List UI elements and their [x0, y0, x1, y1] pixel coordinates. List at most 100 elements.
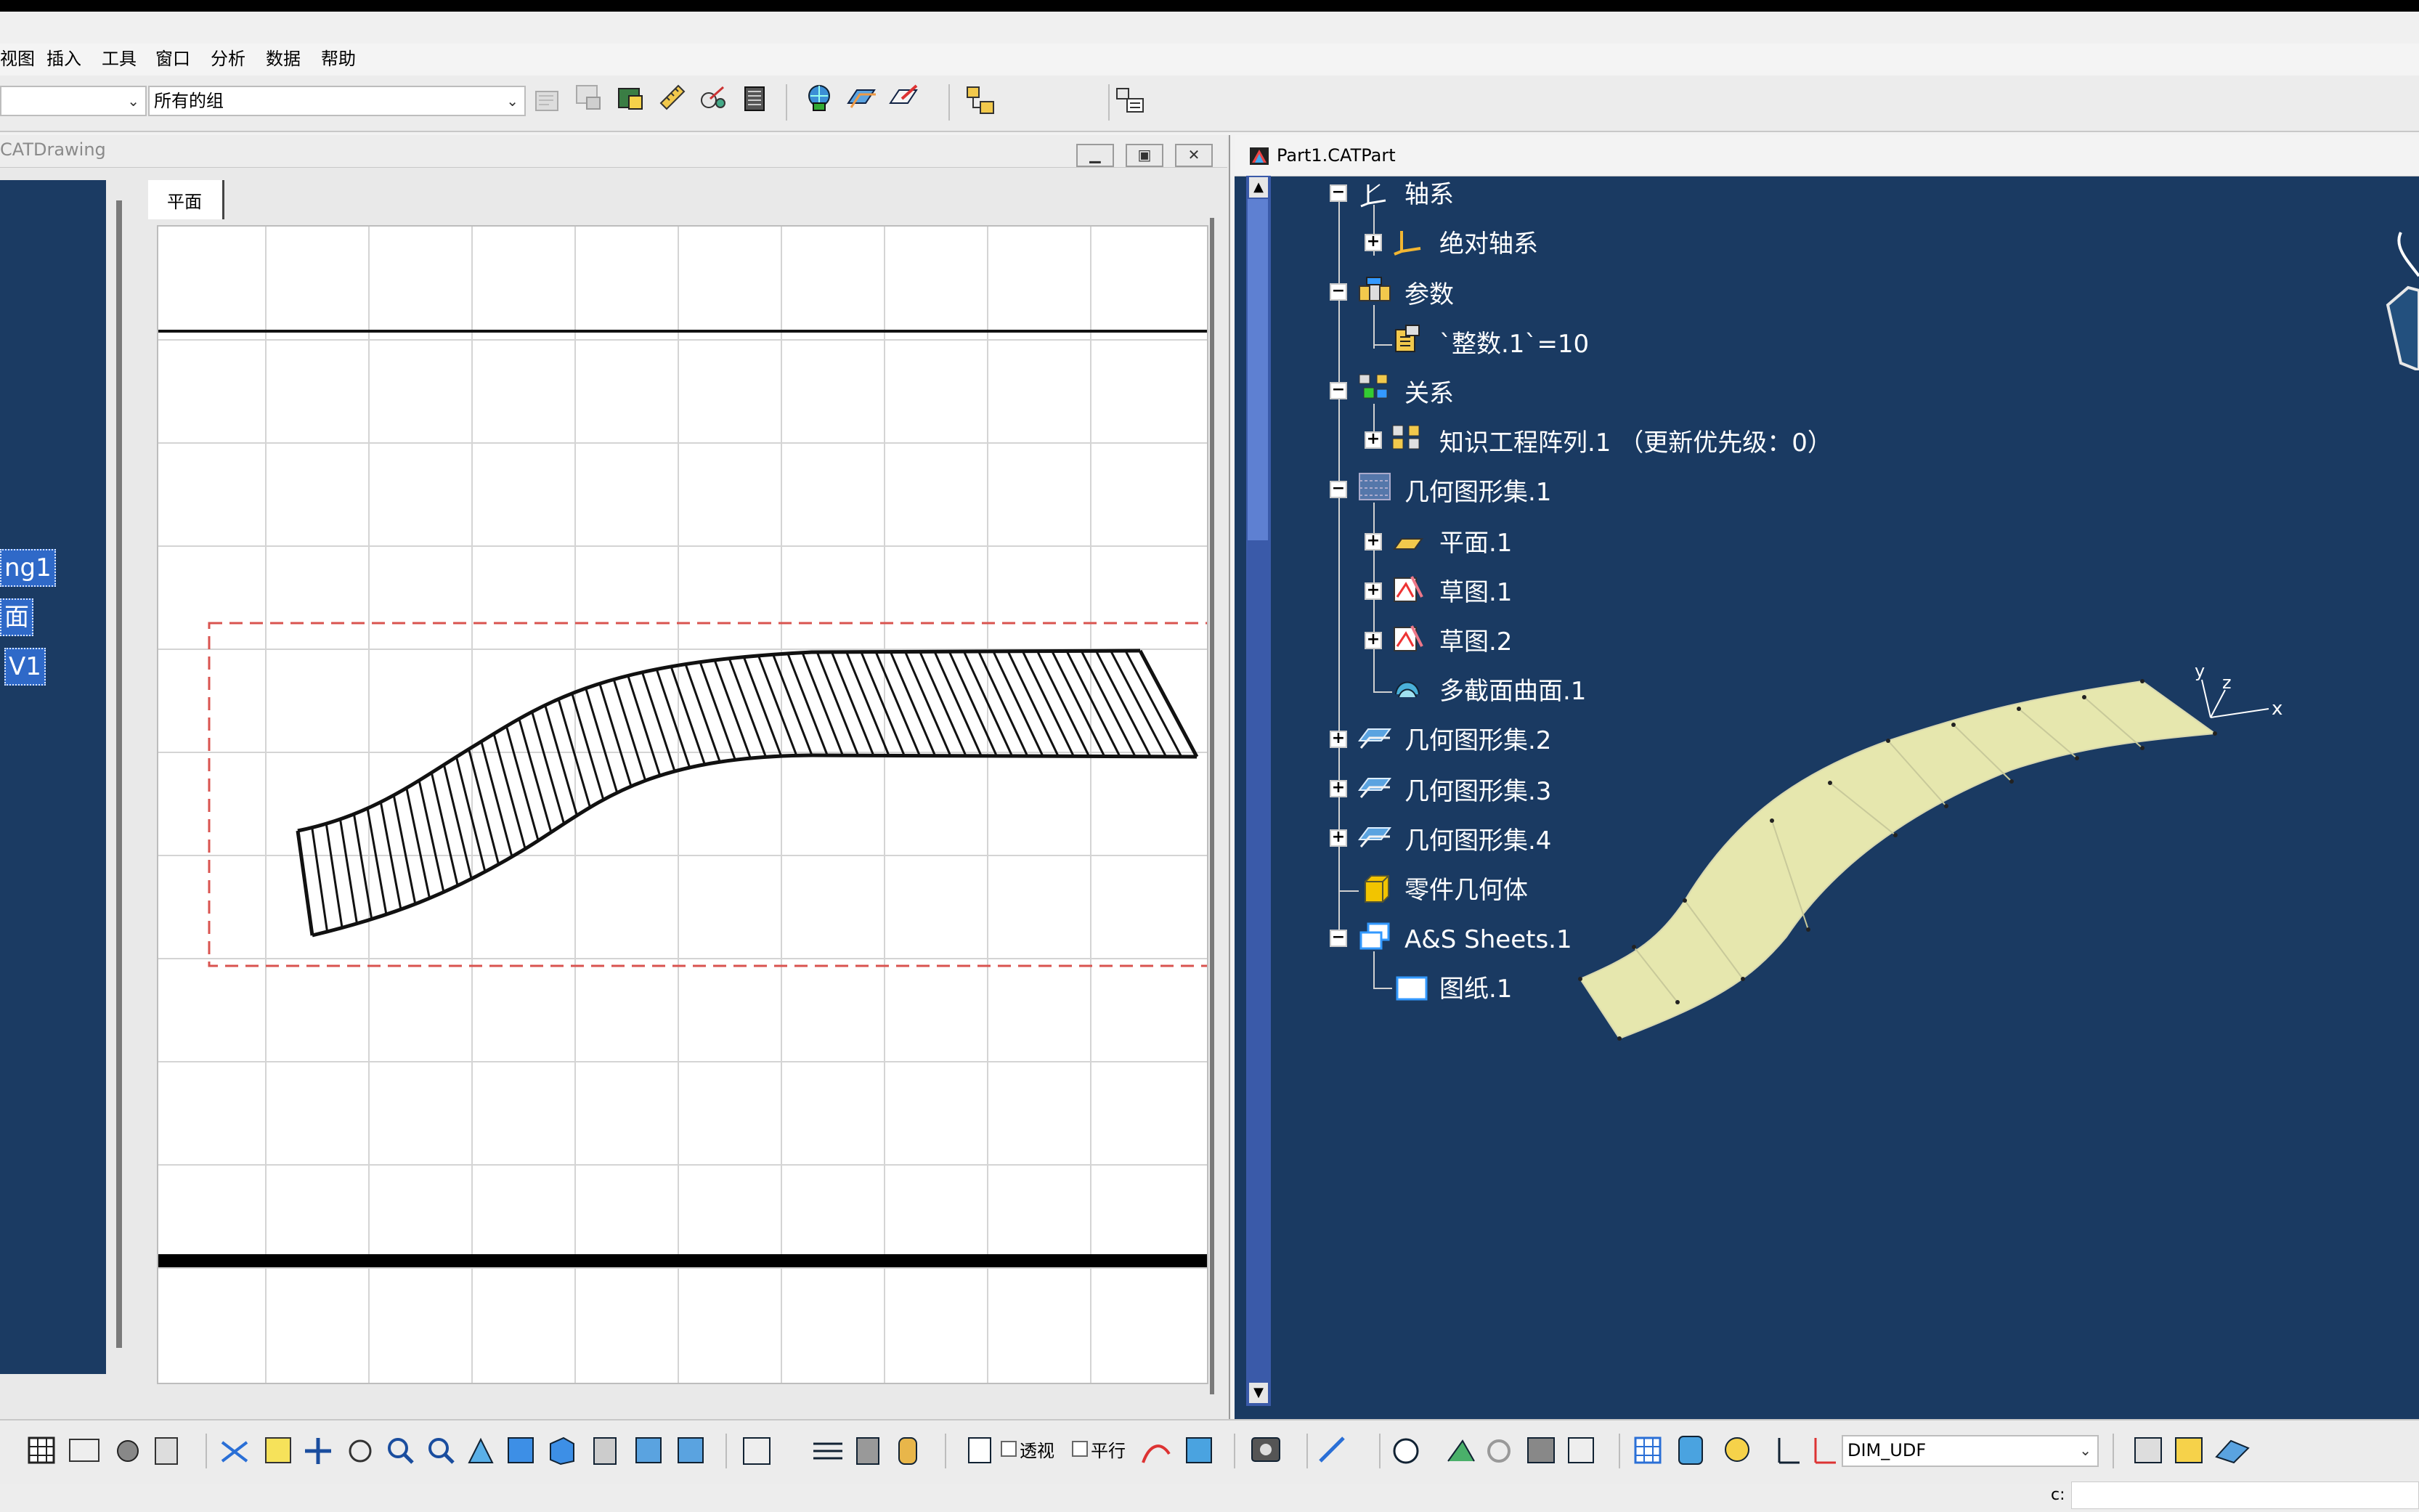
drawing-canvas[interactable]: [158, 227, 1207, 1383]
close-button[interactable]: ✕: [1175, 144, 1213, 167]
command-input[interactable]: [2071, 1481, 2419, 1509]
expand-toggle[interactable]: +: [1365, 234, 1382, 251]
multi-section-surface[interactable]: [1579, 680, 2217, 1040]
tree-line: [1373, 951, 1375, 989]
menu-tools[interactable]: 工具: [102, 46, 137, 71]
expand-toggle[interactable]: +: [1330, 731, 1347, 748]
scrollbar-thumb[interactable]: [1248, 199, 1268, 540]
tree-item-label[interactable]: A&S Sheets.1: [1404, 924, 1572, 956]
component-icon[interactable]: [1114, 84, 1146, 116]
group-view-icon[interactable]: [572, 81, 604, 113]
relations-icon: [1359, 374, 1388, 399]
scroll-up-arrow[interactable]: ▲: [1249, 177, 1268, 198]
tree-item-label[interactable]: 绝对轴系: [1439, 228, 1538, 260]
geometrical-set-icon: [1358, 827, 1391, 848]
filter-layer-icon[interactable]: [532, 86, 564, 118]
hatch-line: [684, 664, 721, 763]
scroll-down-arrow[interactable]: ▼: [1249, 1383, 1268, 1403]
hatch-line: [728, 658, 767, 757]
tree-item-view[interactable]: V1: [4, 648, 46, 686]
title-strip: [0, 12, 2419, 44]
tree-item-label[interactable]: 参数: [1404, 279, 1454, 311]
hatch-line: [311, 827, 329, 932]
hatch-line: [1021, 651, 1075, 757]
collapse-toggle[interactable]: −: [1330, 481, 1347, 498]
tree-item-label[interactable]: 几何图形集.2: [1404, 725, 1551, 757]
hatch-line: [531, 711, 566, 824]
absolute-axis-icon: [1394, 231, 1421, 256]
tree-item-label[interactable]: 几何图形集.1: [1404, 476, 1551, 508]
knowledge-icon[interactable]: [803, 81, 835, 113]
dimension-style-value: DIM_UDF: [1847, 1440, 1927, 1460]
grid: [158, 227, 1207, 1383]
tree-item-label[interactable]: 关系: [1404, 378, 1454, 410]
sheet-scrollbar[interactable]: [1210, 218, 1214, 1394]
expand-toggle[interactable]: +: [1330, 829, 1347, 847]
drawing-tree-panel: [0, 180, 106, 1374]
collapse-toggle[interactable]: −: [1330, 382, 1347, 399]
parallel-checkbox[interactable]: [1072, 1441, 1088, 1457]
part-tree-scrollbar[interactable]: [1246, 176, 1271, 1406]
tree-item-label[interactable]: 轴系: [1404, 179, 1454, 211]
expand-toggle[interactable]: +: [1330, 780, 1347, 797]
hierarchy-icon[interactable]: [964, 84, 996, 116]
hatch-line: [641, 672, 676, 772]
compass-icon[interactable]: [2379, 218, 2419, 370]
tree-item-label[interactable]: 几何图形集.3: [1404, 776, 1551, 808]
hatch-line: [296, 830, 314, 936]
table-icon[interactable]: [739, 83, 771, 115]
restore-button[interactable]: ▣: [1126, 144, 1163, 167]
tree-item-drawing[interactable]: ng1: [0, 549, 56, 587]
tree-item-label[interactable]: 几何图形集.4: [1404, 825, 1551, 857]
axis-system-icon: [1360, 184, 1386, 208]
tree-item-label[interactable]: 草图.2: [1439, 626, 1512, 658]
3d-viewport[interactable]: x y z: [1569, 654, 2295, 1060]
hatch-line: [699, 662, 736, 760]
collapse-toggle[interactable]: −: [1330, 184, 1347, 202]
measure-icon[interactable]: [656, 81, 688, 113]
surface-icon[interactable]: [845, 81, 877, 113]
menu-view[interactable]: 视图: [0, 46, 35, 71]
menu-bar: [0, 44, 2419, 76]
catpart-icon: [1250, 147, 1269, 165]
view-frame[interactable]: [208, 622, 1207, 967]
toolbar-separator: [948, 84, 950, 121]
part-window-title: Part1.CATPart: [1277, 145, 1396, 166]
perspective-checkbox[interactable]: [1001, 1441, 1017, 1457]
tree-scrollbar[interactable]: [116, 200, 122, 1348]
multi-section-surface-icon: [1395, 681, 1420, 698]
menu-analysis[interactable]: 分析: [211, 46, 245, 71]
menu-data[interactable]: 数据: [266, 46, 301, 71]
hatch-line: [1124, 650, 1183, 757]
tree-item-label[interactable]: 图纸.1: [1439, 973, 1512, 1005]
inertia-icon[interactable]: [697, 81, 729, 113]
tree-item-sheet[interactable]: 面: [0, 598, 33, 636]
layer-combo[interactable]: ⌄: [0, 86, 147, 116]
tree-item-label[interactable]: 草图.1: [1439, 577, 1512, 609]
surface-edit-icon[interactable]: [887, 81, 919, 113]
perspective-label: 透视: [1020, 1441, 1054, 1461]
menu-help[interactable]: 帮助: [321, 46, 356, 71]
axis-triad-icon: [2201, 679, 2269, 718]
tree-item-label[interactable]: `整数.1`=10: [1439, 328, 1589, 360]
sketch-icon: [1394, 576, 1423, 602]
expand-toggle[interactable]: +: [1365, 533, 1382, 550]
dimension-style-combo[interactable]: DIM_UDF ⌄: [1842, 1435, 2099, 1467]
expand-toggle[interactable]: +: [1365, 431, 1382, 449]
minimize-button[interactable]: ▁: [1076, 144, 1114, 167]
sheets-icon: [1359, 922, 1390, 950]
group-filter-combo[interactable]: 所有的组 ⌄: [148, 86, 526, 116]
collapse-toggle[interactable]: −: [1330, 283, 1347, 301]
hatch-line: [1051, 650, 1106, 757]
hatch-line: [1110, 650, 1167, 757]
collapse-toggle[interactable]: −: [1330, 930, 1347, 947]
catalog-icon[interactable]: [614, 83, 646, 115]
expand-toggle[interactable]: +: [1365, 582, 1382, 600]
tree-item-label[interactable]: 多截面曲面.1: [1439, 675, 1586, 707]
menu-window[interactable]: 窗口: [155, 46, 190, 71]
expand-toggle[interactable]: +: [1365, 632, 1382, 649]
menu-insert[interactable]: 插入: [46, 46, 81, 71]
tree-item-label[interactable]: 平面.1: [1439, 527, 1512, 559]
tree-item-label[interactable]: 知识工程阵列.1 （更新优先级：0）: [1439, 427, 1832, 459]
tree-item-label[interactable]: 零件几何体: [1404, 874, 1528, 906]
